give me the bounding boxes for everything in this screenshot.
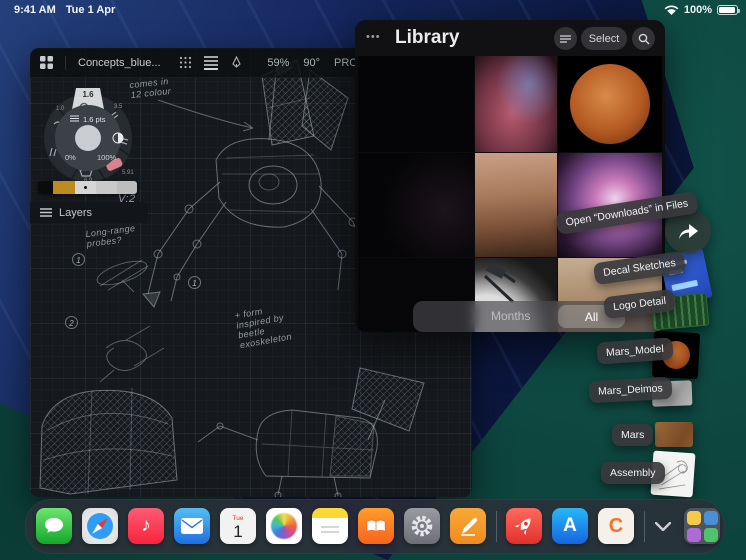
dock-app-appstore[interactable]: A [552, 508, 588, 544]
drag-label-mars[interactable]: Mars [612, 424, 654, 446]
sketch-badge-1: 1 [72, 253, 85, 266]
drag-thumb-mars[interactable] [655, 422, 693, 447]
drag-label-mars-deimos[interactable]: Mars_Deimos [588, 376, 673, 404]
wheel-selected-size: 1.6 [82, 90, 94, 99]
chevron-down-icon [655, 521, 671, 531]
dock-app-pen[interactable] [450, 508, 486, 544]
document-title[interactable]: Concepts_blue... [78, 57, 161, 69]
dock-app-notes[interactable] [312, 508, 348, 544]
dock-app-calendar[interactable]: Tue 1 [220, 508, 256, 544]
layers-panel-header[interactable]: Layers [30, 202, 148, 223]
photo-horsehead-nebula[interactable] [475, 56, 557, 152]
dock-app-settings[interactable] [404, 508, 440, 544]
photo-dark-1[interactable] [358, 56, 474, 152]
select-button[interactable]: Select [581, 27, 627, 50]
gallery-grid-icon[interactable] [40, 56, 53, 69]
photos-flower-icon [271, 513, 297, 539]
wheel-stroke-pts: 1.6 pts [83, 115, 106, 124]
tab-months[interactable]: Months [491, 309, 530, 323]
calendar-day: 1 [233, 521, 243, 541]
dock-app-messages[interactable] [36, 508, 72, 544]
dock-chevron-button[interactable] [652, 508, 674, 544]
appstore-a-icon: A [563, 515, 577, 536]
dock: ♪ Tue 1 A C [25, 499, 725, 554]
dock-divider-2 [644, 511, 645, 542]
color-swatch-gray2[interactable] [117, 181, 137, 194]
drag-label-assembly[interactable]: Assembly [601, 462, 665, 484]
color-swatch-black[interactable] [38, 181, 53, 194]
dock-app-books[interactable] [358, 508, 394, 544]
wifi-icon [664, 5, 679, 16]
search-button[interactable] [632, 27, 655, 50]
sketch-badge-2: 2 [65, 316, 78, 329]
zoom-level[interactable]: 59% [267, 57, 289, 69]
share-arrow-icon [679, 224, 698, 239]
color-swatch-gray1[interactable] [96, 181, 117, 194]
dock-app-music[interactable]: ♪ [128, 508, 164, 544]
dock-app-c-swirl[interactable]: C [598, 508, 634, 544]
toolbar-separator [65, 55, 66, 70]
photo-dark-2[interactable] [358, 153, 474, 257]
color-swatch-gold[interactable] [53, 181, 75, 194]
library-title: Library [395, 27, 460, 48]
tool-wheel[interactable]: 1.6 1.0 3.5 5.91 6.9 1.6 pts [40, 84, 136, 184]
layers-label: Layers [59, 206, 93, 219]
status-bar: 9:41 AM Tue 1 Apr 100% [0, 0, 746, 22]
dock-divider-1 [496, 511, 497, 542]
wheel-size-3: 5.91 [122, 170, 134, 176]
pen-nib-icon[interactable] [230, 56, 243, 69]
active-color-dot [84, 186, 87, 189]
color-swatch-light[interactable] [75, 181, 96, 194]
dock-app-photos[interactable] [266, 508, 302, 544]
ipad-screen: 9:41 AM Tue 1 Apr 100% comes in 12 colou… [0, 0, 746, 560]
clock: 9:41 AM [14, 4, 56, 16]
layers-menu-icon [40, 208, 52, 217]
photos-library-window: ••• Library Select Months All [355, 20, 665, 332]
dock-app-library[interactable] [684, 508, 720, 544]
wheel-size-1: 1.0 [56, 106, 65, 112]
library-header: ••• Library Select [355, 20, 665, 56]
c-swirl-icon: C [608, 514, 624, 537]
photo-mars-planet[interactable] [558, 56, 662, 152]
dock-app-mail[interactable] [174, 508, 210, 544]
view-options-button[interactable] [554, 27, 577, 50]
dots-grid-icon[interactable] [179, 56, 192, 69]
lines-tool-icon[interactable] [203, 55, 218, 70]
battery-icon [717, 5, 740, 15]
window-options-dots[interactable]: ••• [366, 31, 381, 43]
app-library-minigrid [686, 510, 718, 542]
photo-mars-terrain[interactable] [475, 153, 557, 257]
rotation-angle[interactable]: 90° [303, 57, 320, 69]
wheel-opacity-min: 0% [65, 153, 76, 162]
mars-globe [570, 64, 650, 144]
sketch-badge-1b: 1 [188, 276, 201, 289]
dock-app-rocket[interactable] [506, 508, 542, 544]
wheel-opacity-max: 100% [97, 153, 117, 162]
color-palette-bar[interactable] [38, 181, 137, 194]
calendar-weekday: Tue [232, 514, 244, 522]
dock-app-safari[interactable] [82, 508, 118, 544]
music-note-icon: ♪ [141, 515, 151, 536]
battery-percent: 100% [683, 4, 712, 16]
wheel-size-2: 3.5 [114, 104, 123, 110]
date: Tue 1 Apr [65, 4, 116, 16]
